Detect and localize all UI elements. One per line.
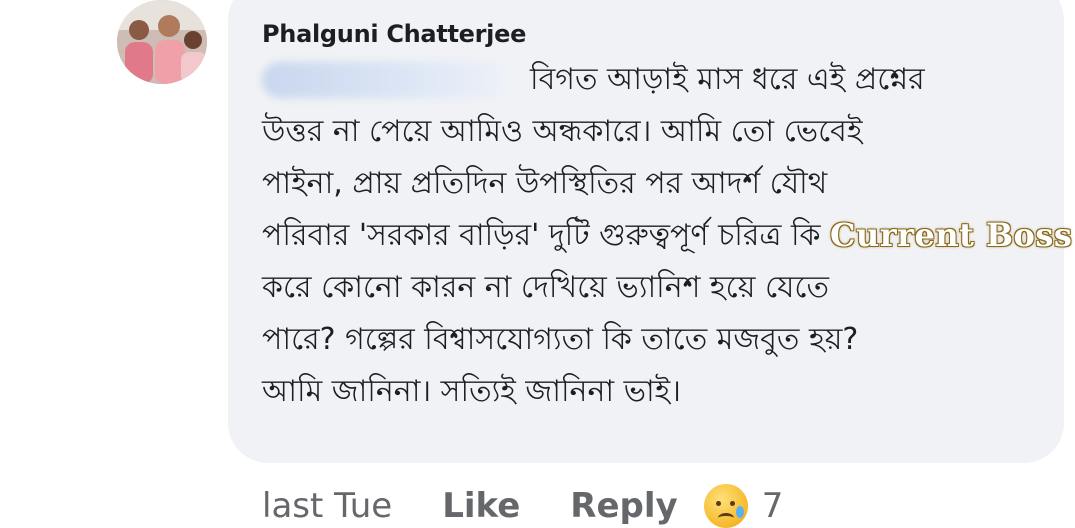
comment-text-line: পারে? গল্পের বিশ্বাসযোগ্যতা কি তাতে মজবু… bbox=[262, 322, 859, 357]
redacted-mention bbox=[262, 62, 512, 98]
comment-text-line: উত্তর না পেয়ে আমিও অন্ধকারে। আমি তো ভেব… bbox=[262, 114, 863, 149]
sad-tear-emoji-icon[interactable] bbox=[703, 484, 748, 528]
channel-watermark: Current Boss bbox=[830, 216, 1073, 254]
comment-timestamp[interactable]: last Tue bbox=[262, 486, 392, 526]
author-avatar[interactable] bbox=[117, 0, 207, 84]
comment-text-line: আমি জানিনা। সত্যিই জানিনা ভাই। bbox=[262, 374, 681, 409]
comment-text-line: পরিবার 'সরকার বাড়ির' দুটি গুরুত্বপূর্ণ … bbox=[262, 218, 821, 253]
reply-button[interactable]: Reply bbox=[570, 486, 677, 526]
comment-actions-bar: last Tue Like Reply 7 bbox=[262, 484, 783, 528]
comment-text-line: করে কোনো কারন না দেখিয়ে ভ্যানিশ হয়ে যে… bbox=[262, 270, 829, 305]
comment-text-line: পাইনা, প্রায় প্রতিদিন উপস্থিতির পর আদর্… bbox=[262, 166, 828, 201]
comment-text-line: বিগত আড়াই মাস ধরে এই প্রশ্নের bbox=[530, 62, 925, 97]
like-button[interactable]: Like bbox=[442, 486, 520, 526]
comment-author-name[interactable]: Phalguni Chatterjee bbox=[262, 20, 526, 48]
reaction-count[interactable]: 7 bbox=[762, 486, 784, 526]
